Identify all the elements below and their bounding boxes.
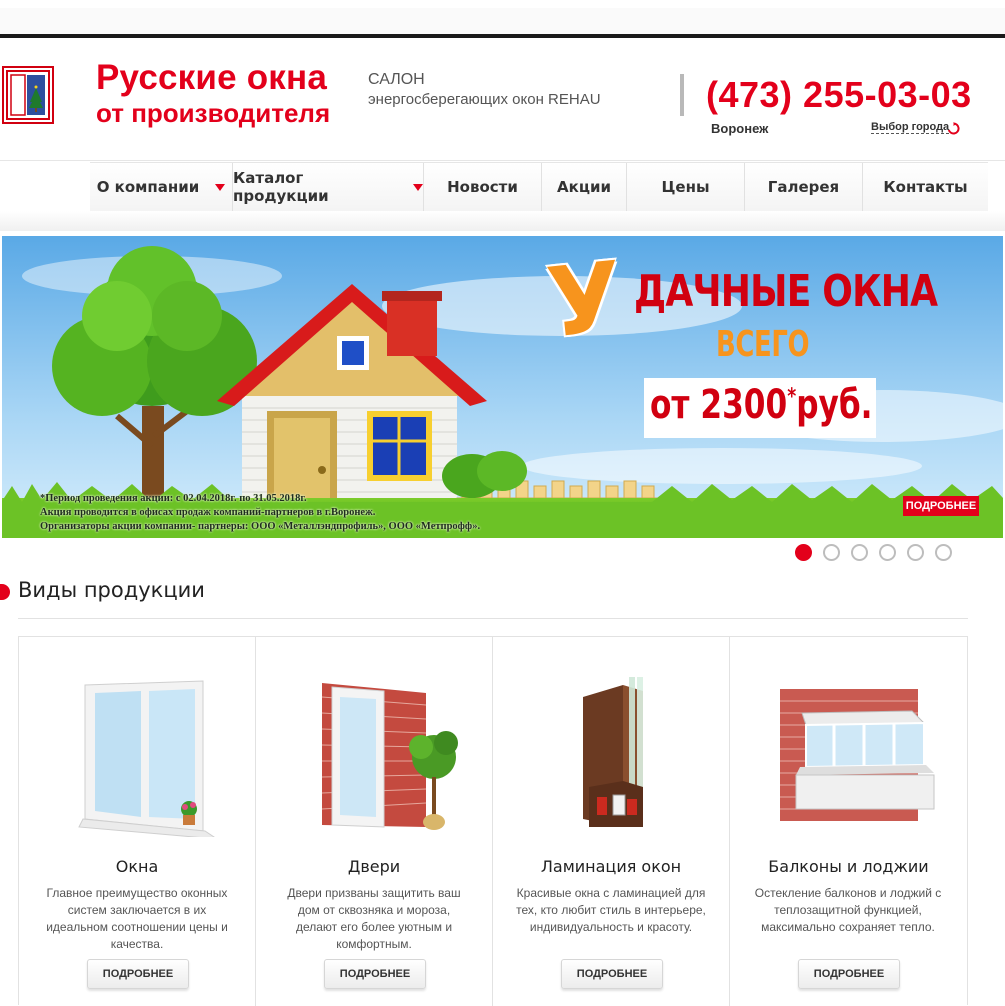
promo-note-line2: Акция проводится в офисах продаж компани… — [40, 507, 376, 518]
nav-item-label: Галерея — [767, 178, 840, 196]
product-card-lamination[interactable]: Ламинация окон Красивые окна с ламинацие… — [493, 637, 730, 1006]
product-card-balconies[interactable]: Балконы и лоджии Остекление балконов и л… — [730, 637, 967, 1006]
product-more-button[interactable]: ПОДРОБНЕЕ — [798, 959, 900, 989]
brand-subtitle[interactable]: от производителя — [96, 98, 330, 128]
product-title[interactable]: Балконы и лоджии — [730, 857, 967, 876]
nav-shadow — [0, 211, 1005, 231]
nav-item-label: Новости — [447, 178, 518, 196]
price-currency: руб. — [796, 382, 873, 428]
nav-item-label: Акции — [557, 178, 611, 196]
nav-item-catalog[interactable]: Каталог продукции — [233, 163, 424, 211]
top-strip — [0, 8, 1005, 34]
brand-title[interactable]: Русские окна — [96, 60, 327, 96]
slider-pagination — [795, 544, 952, 561]
refresh-icon[interactable] — [947, 122, 960, 135]
promo-price: от 2300*руб. — [650, 382, 873, 428]
slider-dot[interactable] — [823, 544, 840, 561]
phone-number[interactable]: (473) 255-03-03 — [706, 74, 972, 116]
product-card-doors[interactable]: Двери Двери призваны защитить ваш дом от… — [256, 637, 493, 1006]
section-marker — [0, 584, 10, 600]
balcony-product-icon[interactable] — [730, 677, 966, 837]
nav-item-about[interactable]: О компании — [90, 163, 233, 211]
promo-note-line3: Организаторы акции компании- партнеры: О… — [40, 521, 481, 532]
nav-item-label: Контакты — [883, 178, 968, 196]
slider-dot[interactable] — [851, 544, 868, 561]
main-nav: О компании Каталог продукции Новости Акц… — [90, 162, 988, 212]
window-product-icon[interactable] — [19, 677, 255, 837]
current-city: Воронеж — [711, 121, 769, 136]
window-logo-icon[interactable] — [2, 66, 54, 124]
nav-item-promotions[interactable]: Акции — [542, 163, 627, 211]
top-border-dark — [0, 34, 1005, 38]
product-title[interactable]: Ламинация окон — [493, 857, 729, 876]
nav-item-label: О компании — [96, 178, 200, 196]
header-divider — [0, 160, 1005, 161]
promo-subline: ВСЕГО — [716, 324, 810, 365]
promo-first-letter: У — [542, 240, 628, 360]
product-title[interactable]: Двери — [256, 857, 492, 876]
slider-dot[interactable] — [935, 544, 952, 561]
price-asterisk: * — [787, 384, 797, 410]
dropdown-arrow-icon — [215, 183, 226, 191]
product-description: Остекление балконов и лоджий с теплозащи… — [754, 886, 942, 934]
product-title[interactable]: Окна — [19, 857, 255, 876]
product-more-button[interactable]: ПОДРОБНЕЕ — [87, 959, 189, 989]
nav-item-label: Цены — [661, 178, 710, 196]
product-card-windows[interactable]: Окна Главное преимущество оконных систем… — [19, 637, 256, 1006]
door-product-icon[interactable] — [256, 677, 492, 837]
product-description: Главное преимущество оконных систем закл… — [46, 886, 228, 951]
section-divider — [18, 618, 968, 619]
dropdown-arrow-icon — [413, 183, 423, 191]
slider-dot[interactable] — [879, 544, 896, 561]
nav-item-prices[interactable]: Цены — [627, 163, 745, 211]
lamination-product-icon[interactable] — [493, 677, 729, 837]
product-more-button[interactable]: ПОДРОБНЕЕ — [324, 959, 426, 989]
salon-description: энергосберегающих окон REHAU — [368, 91, 601, 108]
nav-item-label: Каталог продукции — [233, 169, 329, 205]
section-title: Виды продукции — [18, 578, 205, 602]
banner-more-button[interactable]: ПОДРОБНЕЕ — [903, 496, 979, 516]
nav-item-news[interactable]: Новости — [424, 163, 542, 211]
header-separator — [680, 74, 684, 116]
promo-headline: ДАЧНЫЕ ОКНА — [634, 266, 938, 317]
product-description: Двери призваны защитить ваш дом от сквоз… — [287, 886, 461, 951]
nav-item-contacts[interactable]: Контакты — [863, 163, 988, 211]
salon-label: САЛОН — [368, 71, 425, 88]
city-select-link[interactable]: Выбор города — [871, 121, 950, 134]
slider-dot[interactable] — [795, 544, 812, 561]
product-description: Красивые окна с ламинацией для тех, кто … — [516, 886, 706, 934]
product-grid: Окна Главное преимущество оконных систем… — [18, 636, 968, 1006]
nav-item-gallery[interactable]: Галерея — [745, 163, 863, 211]
product-more-button[interactable]: ПОДРОБНЕЕ — [561, 959, 663, 989]
price-amount: от 2300 — [650, 382, 788, 428]
slider-dot[interactable] — [907, 544, 924, 561]
promo-note-line1: *Период проведения акции: с 02.04.2018г.… — [40, 493, 307, 504]
